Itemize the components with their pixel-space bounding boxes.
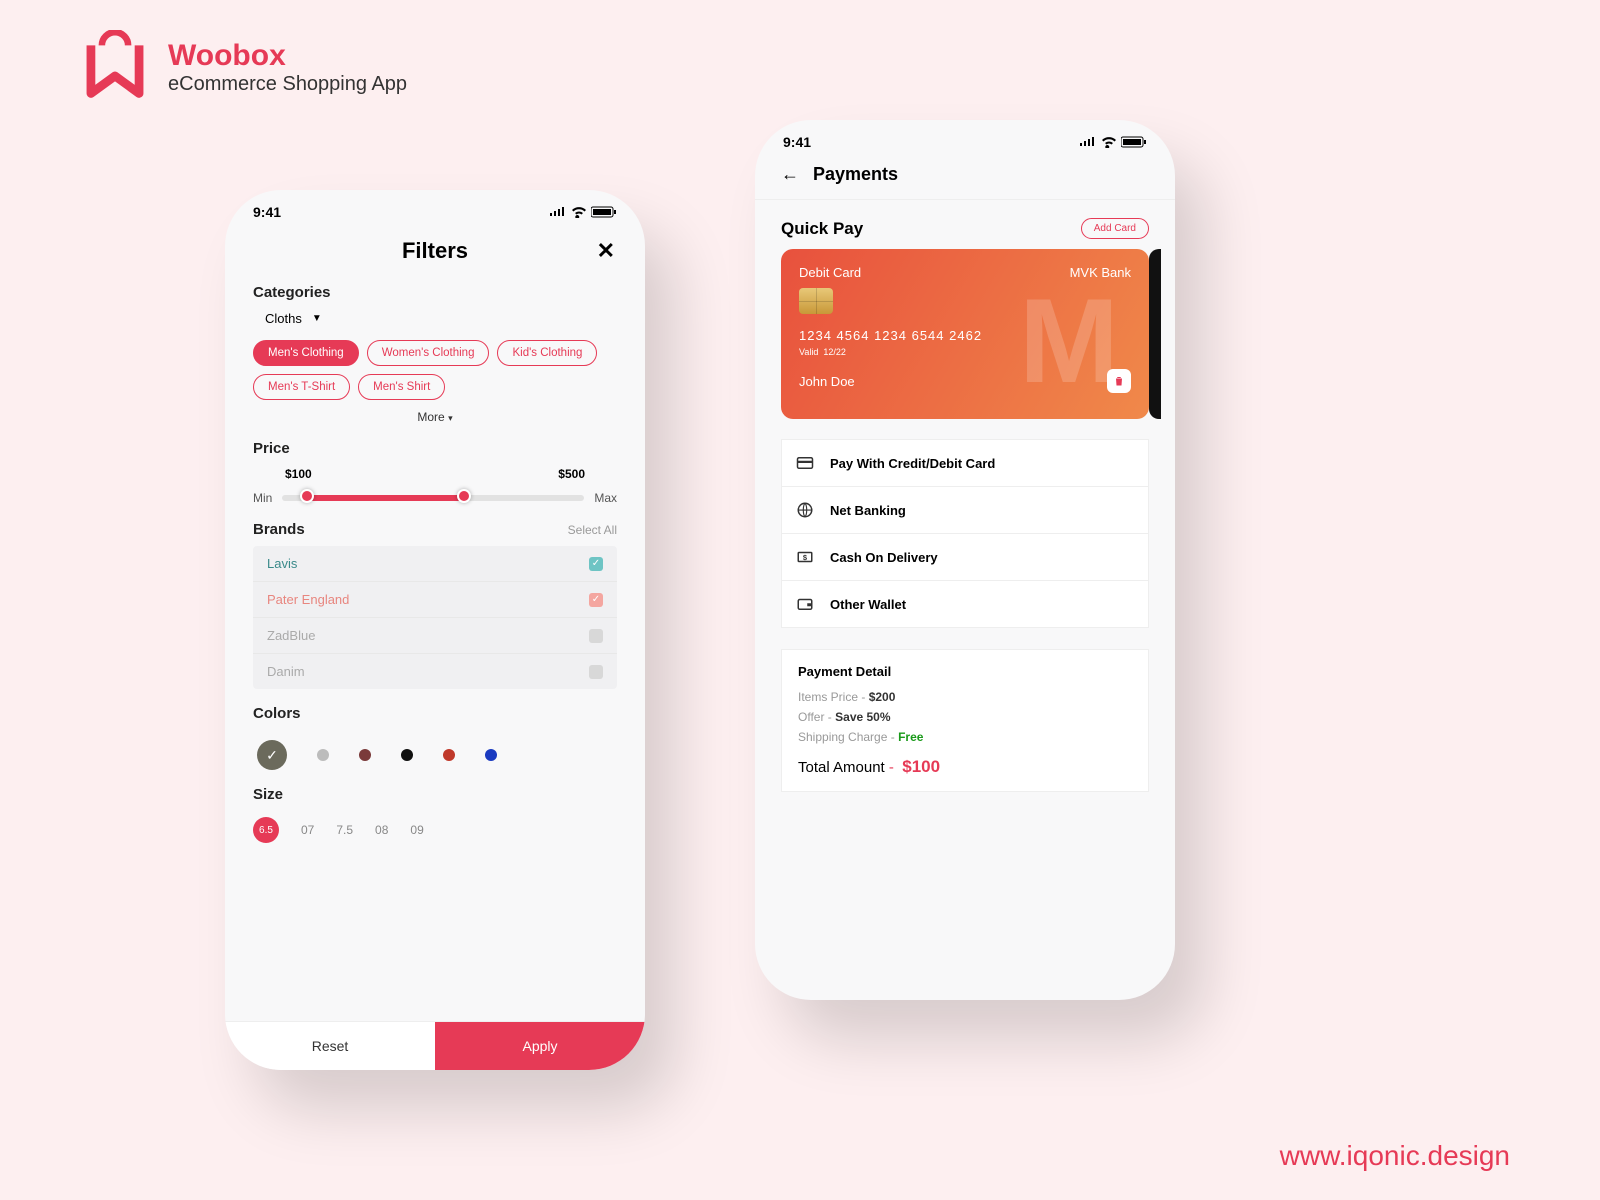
filters-title: Filters [402,238,468,264]
apply-button[interactable]: Apply [435,1022,645,1070]
card-icon [796,454,814,472]
status-icons [549,206,617,218]
checkbox-checked-icon: ✓ [589,557,603,571]
color-swatch-selected[interactable]: ✓ [257,740,287,770]
brand-tagline: eCommerce Shopping App [168,73,407,96]
brand-item-pater[interactable]: Pater England ✓ [253,582,617,618]
price-slider[interactable] [282,495,584,501]
price-label: Price [253,440,617,457]
add-card-button[interactable]: Add Card [1081,218,1149,239]
slider-thumb-max[interactable] [457,489,471,503]
brand-item-danim[interactable]: Danim [253,654,617,689]
dropdown-value: Cloths [265,311,302,326]
status-time: 9:41 [253,204,281,220]
checkbox-checked-icon: ✓ [589,593,603,607]
pay-option-cod[interactable]: $ Cash On Delivery [781,533,1149,581]
chevron-down-icon: ▼ [312,313,322,324]
size-option[interactable]: 08 [375,823,388,837]
payment-detail-panel: Payment Detail Items Price - $200 Offer … [781,649,1149,792]
chip-mens-tshirt[interactable]: Men's T-Shirt [253,374,350,400]
payment-detail-title: Payment Detail [798,664,1132,679]
color-swatch[interactable] [443,749,455,761]
items-price: $200 [869,690,896,704]
chip-mens-shirt[interactable]: Men's Shirt [358,374,445,400]
card-chip-icon [799,288,833,314]
next-card-peek[interactable] [1149,249,1161,419]
footer-url[interactable]: www.iqonic.design [1280,1140,1510,1172]
more-button[interactable]: More ▾ [253,410,617,424]
payments-title: Payments [813,164,898,185]
size-label: Size [253,786,617,803]
brand-name: Woobox [168,39,407,73]
min-label: Min [253,491,272,505]
credit-card[interactable]: M Debit Card MVK Bank 1234 4564 1234 654… [781,249,1149,419]
color-swatch[interactable] [485,749,497,761]
price-max-value: $500 [558,467,585,481]
chip-womens-clothing[interactable]: Women's Clothing [367,340,490,366]
card-number: 1234 4564 1234 6544 2462 [799,328,1131,343]
reset-button[interactable]: Reset [225,1022,435,1070]
size-option-selected[interactable]: 6.5 [253,817,279,843]
total-amount: $100 [902,757,940,776]
brand-logo-icon [80,30,150,105]
pay-option-wallet[interactable]: Other Wallet [781,580,1149,628]
pay-option-card[interactable]: Pay With Credit/Debit Card [781,439,1149,487]
chevron-down-icon: ▾ [448,413,453,423]
checkbox-unchecked-icon [589,629,603,643]
size-option[interactable]: 09 [410,823,423,837]
shipping-value: Free [898,730,923,744]
card-type: Debit Card [799,265,861,280]
brand-item-zadblue[interactable]: ZadBlue [253,618,617,654]
back-arrow-icon[interactable]: ← [781,164,799,185]
status-bar: 9:41 [755,120,1175,154]
close-icon[interactable]: ✕ [597,238,615,264]
brands-label: Brands [253,521,305,538]
pay-option-netbanking[interactable]: Net Banking [781,486,1149,534]
offer-value: Save 50% [835,710,890,724]
size-option[interactable]: 07 [301,823,314,837]
select-all-button[interactable]: Select All [568,523,617,537]
svg-text:$: $ [803,553,808,562]
color-swatch[interactable] [317,749,329,761]
status-bar: 9:41 [225,190,645,224]
color-swatch[interactable] [359,749,371,761]
colors-label: Colors [253,705,617,722]
max-label: Max [594,491,617,505]
phone-payments: 9:41 ← Payments Quick Pay Add Card M Deb… [755,120,1175,1000]
phone-filters: 9:41 Filters ✕ Categories Cloths ▼ Men's… [225,190,645,1070]
brand-header: Woobox eCommerce Shopping App [80,30,407,105]
category-dropdown[interactable]: Cloths ▼ [253,311,617,326]
wallet-icon [796,595,814,613]
card-holder: John Doe [799,374,855,389]
checkbox-unchecked-icon [589,665,603,679]
price-min-value: $100 [285,467,312,481]
brand-item-lavis[interactable]: Lavis ✓ [253,546,617,582]
cash-icon: $ [796,548,814,566]
chip-mens-clothing[interactable]: Men's Clothing [253,340,359,366]
status-time: 9:41 [783,134,811,150]
categories-label: Categories [253,284,617,301]
chip-kids-clothing[interactable]: Kid's Clothing [497,340,597,366]
delete-card-icon[interactable] [1107,369,1131,393]
quick-pay-label: Quick Pay [781,219,863,239]
color-swatch[interactable] [401,749,413,761]
status-icons [1079,136,1147,148]
size-option[interactable]: 7.5 [336,823,353,837]
globe-icon [796,501,814,519]
